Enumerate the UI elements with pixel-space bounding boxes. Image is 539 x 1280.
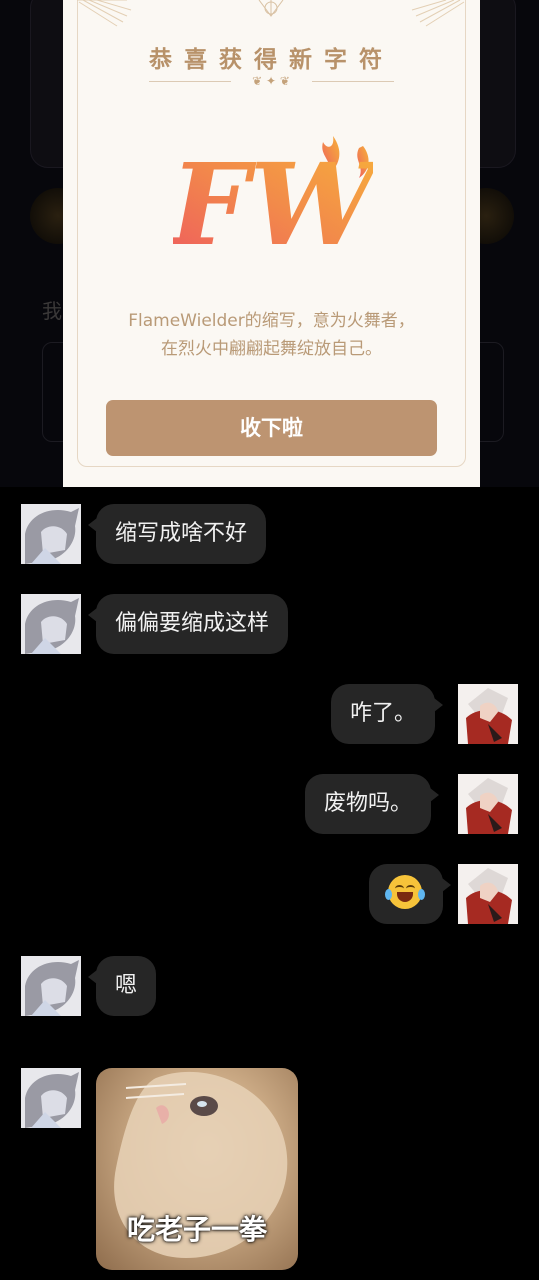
logo-text: FW [173,140,373,262]
message-bubble[interactable]: 缩写成啥不好 [87,504,267,564]
cat-sticker-image[interactable]: 吃老子一拳 [96,1068,298,1270]
message-bubble[interactable]: 嗯 [87,956,157,1016]
contact-avatar[interactable] [21,956,81,1016]
corner-ornament-icon [77,0,137,36]
fw-logo: FW [167,132,386,271]
contact-avatar[interactable] [21,504,81,564]
background-text: 我 [42,299,62,323]
award-card: 恭喜获得新字符 ❦ ✦ ❦ FW FlameWielder的缩写，意为火舞者， … [63,0,480,487]
description-line-1: FlameWielder的缩写，意为火舞者， [128,311,415,331]
contact-avatar[interactable] [21,1068,81,1128]
title-divider [149,81,231,82]
title-divider [312,81,394,82]
laurel-icon: ❦ ✦ ❦ [252,74,290,88]
user-avatar[interactable] [458,774,518,834]
message-bubble[interactable]: 废物吗。 [305,774,440,834]
contact-avatar[interactable] [21,594,81,654]
user-avatar[interactable] [458,684,518,744]
message-bubble[interactable]: 偏偏要缩成这样 [87,594,289,654]
corner-ornament-icon [406,0,466,36]
card-description: FlameWielder的缩写，意为火舞者， 在烈火中翩翩起舞绽放自己。 [63,307,480,363]
compass-icon [249,0,293,22]
message-bubble-emoji[interactable] [369,864,451,924]
card-title: 恭喜获得新字符 [149,47,394,73]
sticker-caption: 吃老子一拳 [126,1213,267,1246]
user-avatar[interactable] [458,864,518,924]
description-line-2: 在烈火中翩翩起舞绽放自己。 [161,339,382,359]
message-bubble[interactable]: 咋了。 [331,684,444,744]
accept-button[interactable]: 收下啦 [106,400,437,456]
tears-of-joy-icon [385,875,425,909]
